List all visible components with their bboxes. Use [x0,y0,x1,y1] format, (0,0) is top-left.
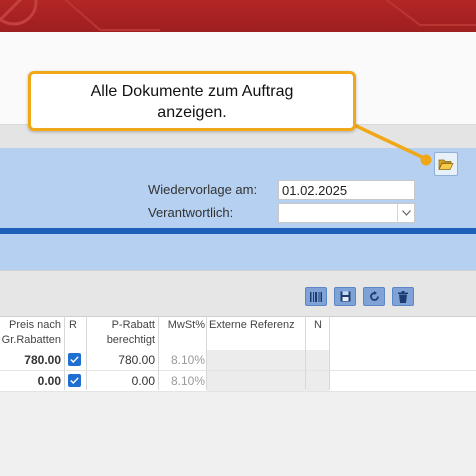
documents-folder-button[interactable] [434,152,458,176]
col-header-n[interactable]: N [308,318,328,333]
col-header-preis[interactable]: Preis nach Gr.Rabatten [0,318,61,348]
row-checkbox-r[interactable] [68,374,81,387]
cell-externe-referenz[interactable] [207,371,305,391]
cell-n[interactable] [306,350,329,370]
table-empty-area [0,392,476,476]
column-divider [329,316,330,390]
cell-preis: 0.00 [37,374,61,388]
column-divider [206,316,207,390]
checkmark-icon [70,356,79,363]
column-divider [86,316,87,390]
header-decoration [0,0,476,31]
cell-preis: 780.00 [24,353,61,367]
verantwortlich-select[interactable] [278,203,415,223]
barcode-button[interactable] [305,287,327,306]
trash-icon [398,290,408,303]
column-divider [305,316,306,390]
refresh-button[interactable] [363,287,385,306]
column-divider [64,316,65,390]
tooltip: Alle Dokumente zum Auftrag anzeigen. [28,71,356,131]
cell-p-rabatt: 780.00 [118,353,155,367]
folder-open-icon [438,159,454,170]
barcode-icon [310,291,322,302]
cell-n[interactable] [306,371,329,391]
tooltip-text-line1: Alle Dokumente zum Auftrag [90,83,294,100]
col-header-r[interactable]: R [66,318,80,333]
chevron-down-icon[interactable] [397,204,414,222]
cell-mwst: 8.10% [170,374,205,388]
form-panel-lower [0,234,476,270]
tooltip-text-line2: anzeigen. [157,104,227,121]
app-header [0,0,476,32]
save-icon [340,291,350,302]
cell-externe-referenz[interactable] [207,350,305,370]
save-button[interactable] [334,287,356,306]
cell-mwst: 8.10% [170,353,205,367]
row-checkbox-r[interactable] [68,353,81,366]
column-divider [158,316,159,390]
wiedervorlage-label: Wiedervorlage am: [148,182,258,197]
checkmark-icon [70,377,79,384]
wiedervorlage-date-input[interactable]: 01.02.2025 [278,180,415,200]
col-header-mwst[interactable]: MwSt% [160,318,205,333]
col-header-p-rabatt[interactable]: P-Rabatt berechtigt [88,318,155,348]
verantwortlich-label: Verantwortlich: [148,205,234,220]
delete-button[interactable] [392,287,414,306]
refresh-icon [369,291,379,301]
col-header-externe-referenz[interactable]: Externe Referenz [209,318,304,333]
cell-p-rabatt: 0.00 [131,374,155,388]
